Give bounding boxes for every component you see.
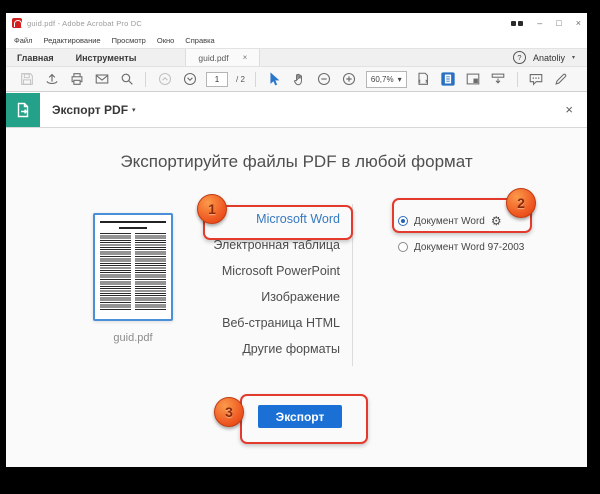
print-icon[interactable]: [68, 71, 85, 88]
format-html[interactable]: Веб-страница HTML: [136, 310, 340, 336]
page-title: Экспортируйте файлы PDF в любой формат: [6, 152, 587, 172]
page-total-label: / 2: [236, 75, 245, 84]
save-icon[interactable]: [18, 71, 35, 88]
toolbar-separator: [145, 72, 146, 87]
select-tool-icon[interactable]: [266, 71, 283, 88]
comment-icon[interactable]: [528, 71, 545, 88]
panel-close-icon[interactable]: ×: [565, 102, 573, 117]
menu-edit[interactable]: Редактирование: [43, 36, 100, 45]
option-label: Документ Word 97-2003: [414, 242, 524, 253]
chevron-down-icon: ▾: [398, 75, 402, 84]
radio-unselected-icon[interactable]: [398, 242, 408, 252]
next-page-icon[interactable]: [181, 71, 198, 88]
menu-window[interactable]: Окно: [157, 36, 174, 45]
zoom-level-dropdown[interactable]: 60,7% ▾: [366, 71, 407, 88]
zoom-in-icon[interactable]: [341, 71, 358, 88]
chevron-down-icon: ▾: [572, 54, 575, 61]
menu-view[interactable]: Просмотр: [112, 36, 146, 45]
chevron-down-icon[interactable]: ▾: [132, 106, 136, 114]
toolbar-separator: [255, 72, 256, 87]
overlay-marker-icon: [511, 21, 523, 26]
export-pdf-icon: [6, 93, 40, 127]
zoom-level-value: 60,7%: [371, 75, 394, 84]
maximize-button[interactable]: □: [556, 19, 561, 28]
step-badge-1: 1: [197, 194, 227, 224]
menu-bar: Файл Редактирование Просмотр Окно Справк…: [6, 33, 587, 48]
tab-tools[interactable]: Инструменты: [65, 49, 148, 66]
tab-close-icon[interactable]: ×: [243, 53, 248, 62]
share-icon[interactable]: [43, 71, 60, 88]
step-badge-2: 2: [506, 188, 536, 218]
step-badge-3: 3: [214, 397, 244, 427]
window-title: guid.pdf - Adobe Acrobat Pro DC: [27, 19, 142, 28]
two-page-view-icon[interactable]: [465, 71, 482, 88]
format-powerpoint[interactable]: Microsoft PowerPoint: [136, 258, 340, 284]
tab-bar: Главная Инструменты guid.pdf × ? Anatoli…: [6, 48, 587, 66]
title-bar: guid.pdf - Adobe Acrobat Pro DC – □ ×: [6, 13, 587, 33]
tab-home[interactable]: Главная: [6, 49, 65, 66]
export-pdf-content: Экспортируйте файлы PDF в любой формат g…: [6, 128, 587, 467]
format-other[interactable]: Другие форматы: [136, 336, 340, 362]
user-menu[interactable]: Anatoliy: [533, 53, 565, 63]
export-pdf-panel-header: Экспорт PDF ▾ ×: [6, 92, 587, 128]
previous-page-icon[interactable]: [156, 71, 173, 88]
fill-sign-pen-icon[interactable]: [553, 71, 570, 88]
close-button[interactable]: ×: [576, 19, 581, 28]
hand-tool-icon[interactable]: [291, 71, 308, 88]
acrobat-app-icon: [12, 18, 22, 28]
tab-document-label: guid.pdf: [198, 53, 228, 63]
toolbar: / 2 60,7% ▾: [6, 66, 587, 92]
toolbar-separator: [517, 72, 518, 87]
acrobat-window: guid.pdf - Adobe Acrobat Pro DC – □ × Фа…: [6, 13, 587, 467]
annotation-rect-3: [240, 394, 368, 444]
minimize-button[interactable]: –: [537, 19, 542, 28]
option-word-97-2003[interactable]: Документ Word 97-2003: [398, 238, 524, 256]
zoom-out-icon[interactable]: [316, 71, 333, 88]
screenshot-frame: guid.pdf - Adobe Acrobat Pro DC – □ × Фа…: [0, 0, 600, 494]
tab-document[interactable]: guid.pdf ×: [185, 49, 260, 66]
hide-toolbar-icon[interactable]: [490, 71, 507, 88]
page-view-active-icon[interactable]: [440, 71, 457, 88]
fit-width-icon[interactable]: [415, 71, 432, 88]
panel-title: Экспорт PDF: [52, 103, 128, 117]
help-icon[interactable]: ?: [513, 51, 526, 64]
menu-help[interactable]: Справка: [185, 36, 214, 45]
menu-file[interactable]: Файл: [14, 36, 32, 45]
search-icon[interactable]: [118, 71, 135, 88]
email-icon[interactable]: [93, 71, 110, 88]
page-number-input[interactable]: [206, 72, 228, 87]
format-image[interactable]: Изображение: [136, 284, 340, 310]
